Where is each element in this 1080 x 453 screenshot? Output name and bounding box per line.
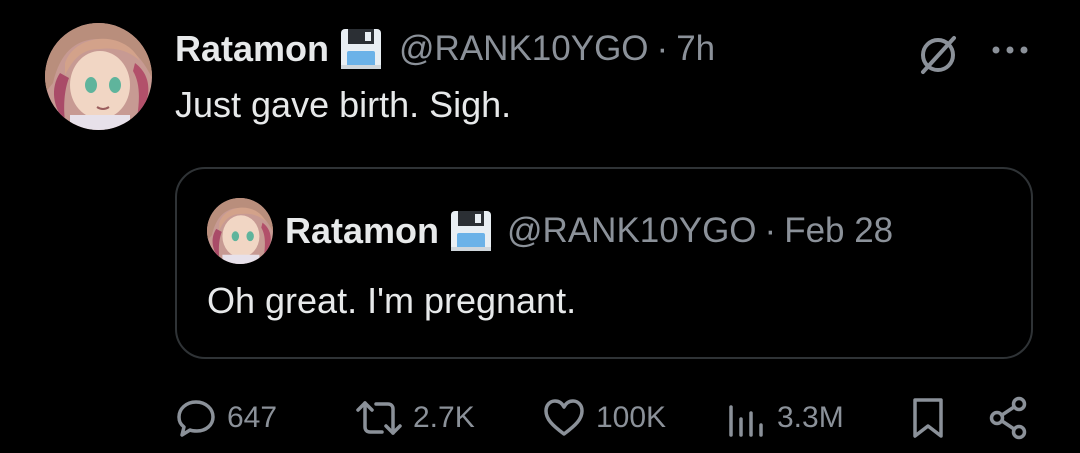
share-icon: [988, 396, 1030, 440]
author-avatar[interactable]: [45, 23, 152, 130]
floppy-disk-icon: [449, 209, 493, 253]
tweet[interactable]: Ratamon @RANK10YGO · 7h Just gave birth.…: [0, 0, 1080, 453]
reply-icon: [175, 397, 217, 439]
like-count: 100K: [596, 401, 667, 434]
reply-count: 647: [227, 401, 278, 434]
action-bar: 647 2.7K 100K 3.3M: [175, 392, 1035, 444]
author-handle[interactable]: @RANK10YGO: [399, 29, 649, 69]
more-icon[interactable]: [990, 40, 1030, 60]
like-button[interactable]: 100K: [542, 392, 666, 444]
view-count: 3.3M: [777, 401, 844, 434]
views-icon: [725, 397, 767, 439]
repost-icon: [355, 397, 403, 439]
quoted-author-handle[interactable]: @RANK10YGO: [507, 211, 757, 251]
separator-dot: ·: [656, 29, 669, 68]
repost-count: 2.7K: [413, 401, 475, 434]
separator-dot: ·: [764, 211, 777, 250]
quoted-timestamp[interactable]: Feb 28: [784, 211, 893, 251]
author-name[interactable]: Ratamon: [175, 28, 329, 70]
timestamp[interactable]: 7h: [676, 29, 715, 69]
quoted-author-avatar[interactable]: [207, 198, 273, 264]
quoted-tweet-header: Ratamon @RANK10YGO · Feb 28: [285, 207, 893, 255]
floppy-disk-icon: [339, 27, 383, 71]
quoted-author-name[interactable]: Ratamon: [285, 210, 439, 252]
heart-icon: [542, 397, 586, 439]
bookmark-button[interactable]: [910, 392, 946, 444]
share-button[interactable]: [988, 392, 1030, 444]
quoted-tweet[interactable]: Ratamon @RANK10YGO · Feb 28 Oh great. I'…: [175, 167, 1033, 359]
quoted-tweet-text: Oh great. I'm pregnant.: [207, 280, 577, 321]
repost-button[interactable]: 2.7K: [355, 392, 475, 444]
grok-icon[interactable]: [914, 30, 962, 78]
bookmark-icon: [910, 396, 946, 440]
reply-button[interactable]: 647: [175, 392, 277, 444]
tweet-text: Just gave birth. Sigh.: [175, 84, 512, 125]
views-button[interactable]: 3.3M: [725, 392, 844, 444]
tweet-header: Ratamon @RANK10YGO · 7h: [175, 25, 715, 73]
